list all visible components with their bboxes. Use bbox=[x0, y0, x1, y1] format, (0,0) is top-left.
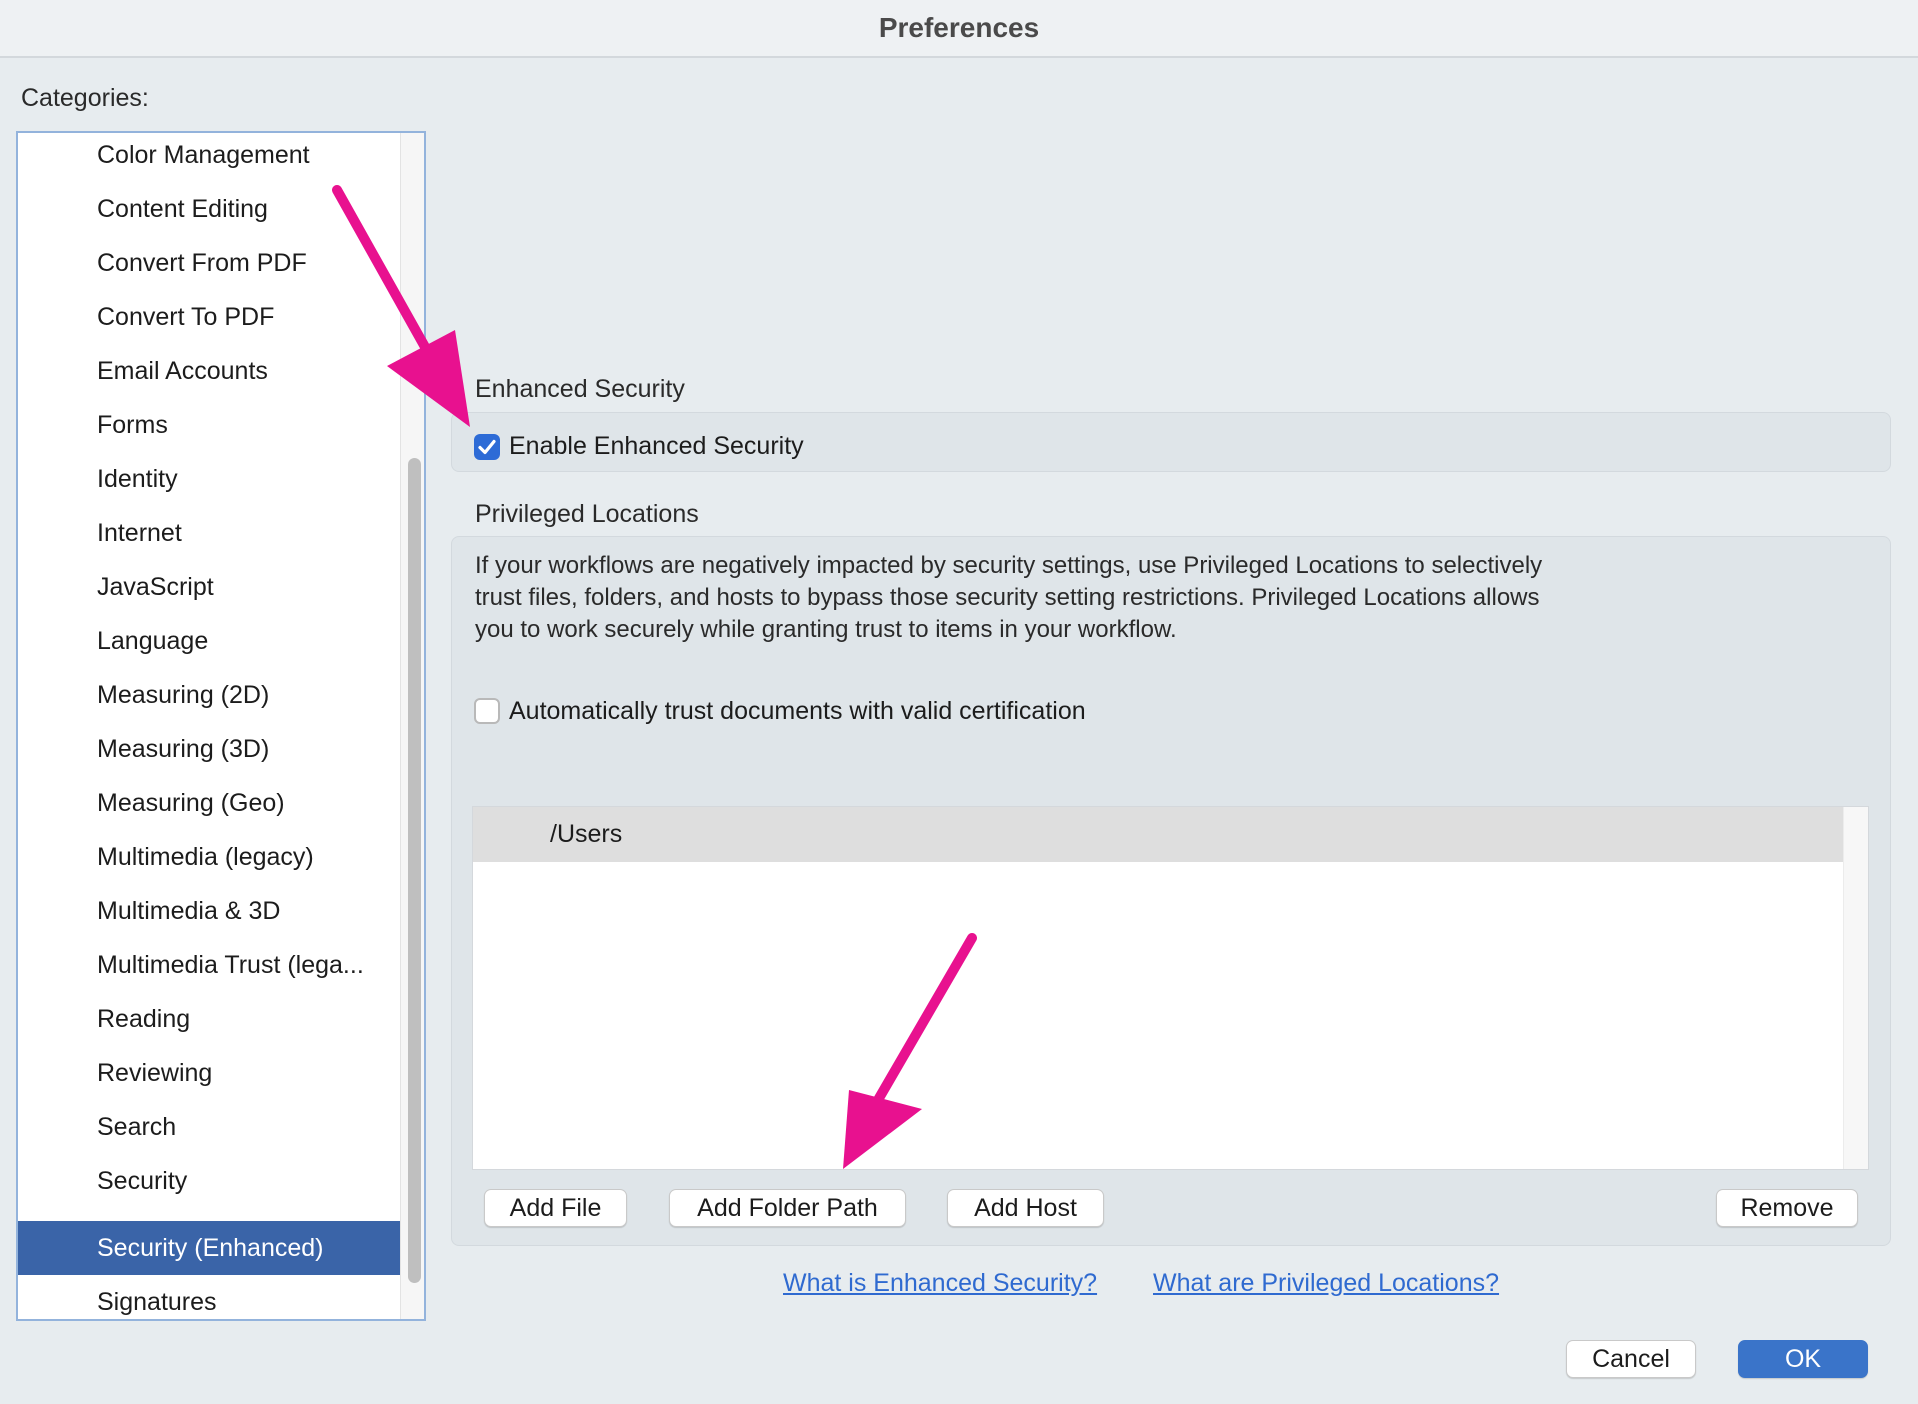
privileged-locations-heading: Privileged Locations bbox=[475, 500, 699, 528]
sidebar-item-reading[interactable]: Reading bbox=[18, 992, 400, 1046]
sidebar-item-color-management[interactable]: Color Management bbox=[18, 133, 400, 182]
cancel-button[interactable]: Cancel bbox=[1566, 1340, 1696, 1378]
sidebar-scroll-thumb[interactable] bbox=[408, 458, 421, 1283]
checkmark-icon bbox=[478, 439, 496, 455]
enable-enhanced-security-checkbox[interactable] bbox=[474, 434, 500, 460]
sidebar-item-multimedia-3d[interactable]: Multimedia & 3D bbox=[18, 884, 400, 938]
sidebar-item-language[interactable]: Language bbox=[18, 614, 400, 668]
sidebar-item-measuring-2d[interactable]: Measuring (2D) bbox=[18, 668, 400, 722]
title-bar: Preferences bbox=[0, 0, 1918, 58]
sidebar-item-signatures[interactable]: Signatures bbox=[18, 1275, 400, 1319]
what-are-privileged-locations-link[interactable]: What are Privileged Locations? bbox=[1153, 1269, 1499, 1298]
sidebar-item-measuring-3d[interactable]: Measuring (3D) bbox=[18, 722, 400, 776]
sidebar-item-forms[interactable]: Forms bbox=[18, 398, 400, 452]
sidebar-item-security-enhanced[interactable]: Security (Enhanced) bbox=[18, 1221, 400, 1275]
auto-trust-label[interactable]: Automatically trust documents with valid… bbox=[509, 697, 1086, 726]
categories-label: Categories: bbox=[21, 84, 149, 112]
categories-list[interactable]: Color Management Content Editing Convert… bbox=[16, 131, 426, 1321]
list-scrollbar[interactable] bbox=[1843, 807, 1868, 1169]
sidebar-item-measuring-geo[interactable]: Measuring (Geo) bbox=[18, 776, 400, 830]
window-title: Preferences bbox=[878, 12, 1040, 43]
privileged-locations-description: If your workflows are negatively impacte… bbox=[475, 552, 1543, 643]
sidebar-item-javascript[interactable]: JavaScript bbox=[18, 560, 400, 614]
sidebar-item-email-accounts[interactable]: Email Accounts bbox=[18, 344, 400, 398]
sidebar-item-internet[interactable]: Internet bbox=[18, 506, 400, 560]
sidebar-item-multimedia-trust[interactable]: Multimedia Trust (lega... bbox=[18, 938, 400, 992]
what-is-enhanced-security-link[interactable]: What is Enhanced Security? bbox=[783, 1269, 1097, 1298]
add-host-button[interactable]: Add Host bbox=[947, 1189, 1104, 1227]
sidebar-item-search[interactable]: Search bbox=[18, 1100, 400, 1154]
sidebar-item-identity[interactable]: Identity bbox=[18, 452, 400, 506]
sidebar-item-content-editing[interactable]: Content Editing bbox=[18, 182, 400, 236]
remove-button[interactable]: Remove bbox=[1716, 1189, 1858, 1227]
sidebar-item-security[interactable]: Security bbox=[18, 1154, 400, 1208]
sidebar-item-convert-to-pdf[interactable]: Convert To PDF bbox=[18, 290, 400, 344]
list-item[interactable]: /Users bbox=[473, 807, 1844, 862]
enhanced-security-heading: Enhanced Security bbox=[475, 375, 685, 403]
sidebar-item-reviewing[interactable]: Reviewing bbox=[18, 1046, 400, 1100]
sidebar-item-multimedia-legacy[interactable]: Multimedia (legacy) bbox=[18, 830, 400, 884]
auto-trust-checkbox[interactable] bbox=[474, 698, 500, 724]
privileged-locations-list[interactable]: /Users bbox=[472, 806, 1869, 1170]
enable-enhanced-security-label[interactable]: Enable Enhanced Security bbox=[509, 432, 804, 461]
add-folder-path-button[interactable]: Add Folder Path bbox=[669, 1189, 906, 1227]
sidebar-item-convert-from-pdf[interactable]: Convert From PDF bbox=[18, 236, 400, 290]
ok-button[interactable]: OK bbox=[1738, 1340, 1868, 1378]
add-file-button[interactable]: Add File bbox=[484, 1189, 627, 1227]
